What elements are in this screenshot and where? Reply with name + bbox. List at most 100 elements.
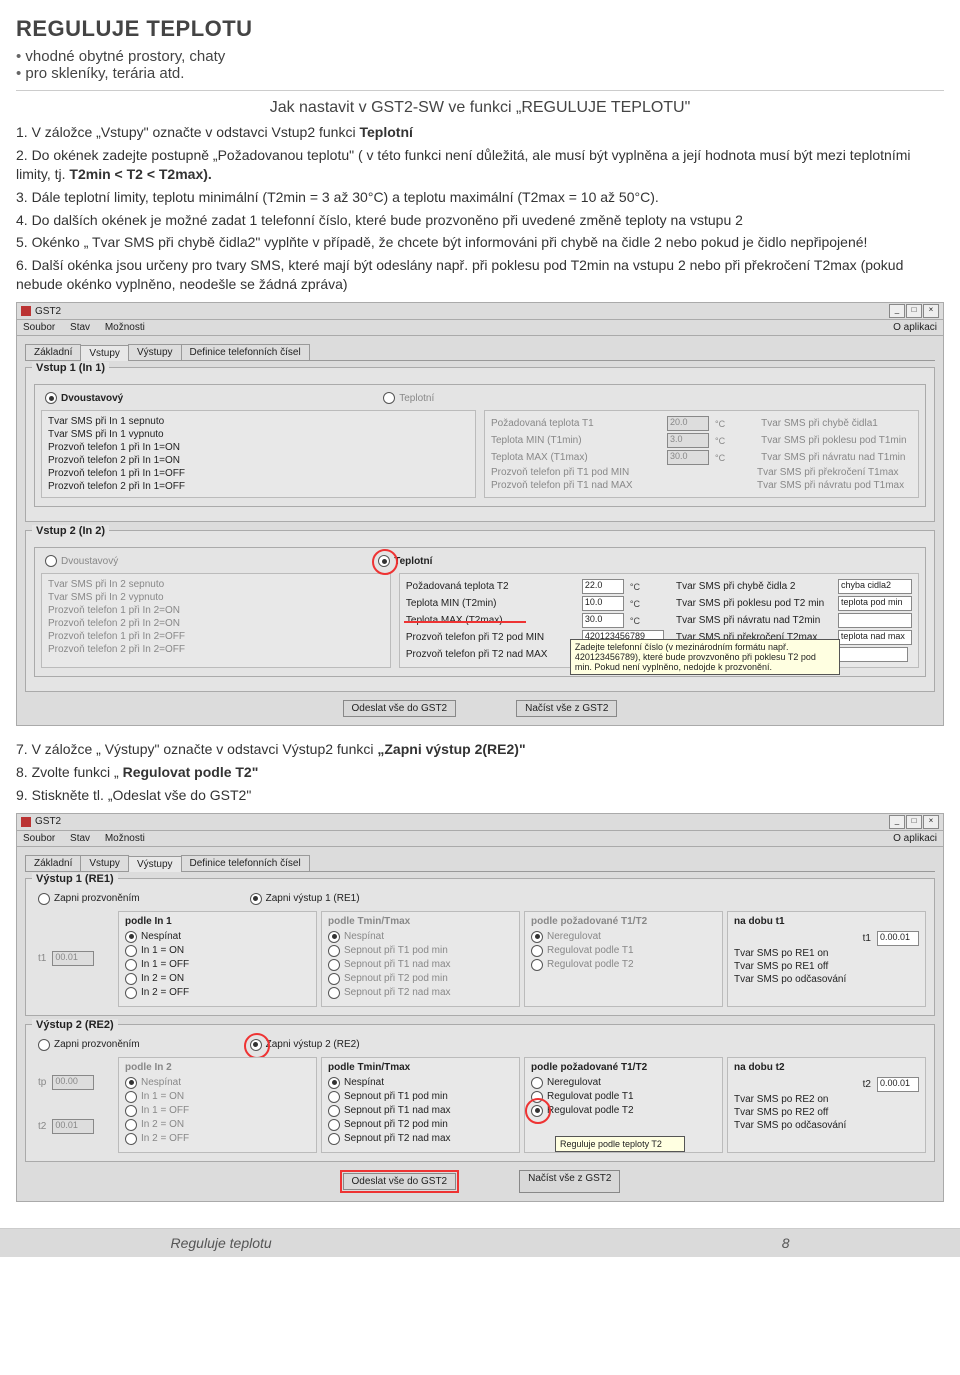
radio-re2-prozvon[interactable]: Zapni prozvoněním bbox=[38, 1039, 140, 1051]
tab-vystupy[interactable]: Výstupy bbox=[128, 856, 182, 872]
tooltip-phone: Zadejte telefonní číslo (v mezinárodním … bbox=[570, 639, 840, 675]
menu-stav[interactable]: Stav bbox=[70, 322, 90, 333]
step-5: 5. Okénko „ Tvar SMS při chybě čidla2" v… bbox=[16, 233, 944, 252]
bullet-2: pro skleníky, terária atd. bbox=[16, 65, 944, 82]
input-sms-prekroceni[interactable]: teplota nad max bbox=[838, 630, 912, 645]
menu-about[interactable]: O aplikaci bbox=[893, 322, 937, 333]
group-vstup2-title: Vstup 2 (In 2) bbox=[32, 525, 109, 537]
v2-left-3: Prozvoň telefon 2 při In 2=ON bbox=[48, 618, 180, 629]
radio-re2-p2-0[interactable]: Nespínat bbox=[328, 1077, 384, 1089]
btn-send-all[interactable]: Odeslat vše do GST2 bbox=[343, 700, 457, 717]
v2-left-1: Tvar SMS při In 2 vypnuto bbox=[48, 592, 164, 603]
v1-left-5: Prozvoň telefon 2 při In 1=OFF bbox=[48, 481, 185, 492]
radio-re2-p3-1[interactable]: Regulovat podle T1 bbox=[531, 1091, 634, 1103]
screenshot-vystupy: GST2 _ □ × Soubor Stav Možnosti O aplika… bbox=[16, 813, 944, 1202]
menu-moznosti[interactable]: Možnosti bbox=[105, 833, 145, 844]
radio-re2-p2-2[interactable]: Sepnout při T1 nad max bbox=[328, 1105, 451, 1117]
step-3: 3. Dále teplotní limity, teplotu minimál… bbox=[16, 188, 944, 207]
step-7: 7. V záložce „ Výstupy" označte v odstav… bbox=[16, 740, 944, 759]
divider bbox=[16, 90, 944, 91]
group-vstup1: Vstup 1 (In 1) Dvoustavový Teplotní Tvar… bbox=[25, 367, 935, 522]
maximize-button[interactable]: □ bbox=[906, 815, 922, 829]
menu-soubor[interactable]: Soubor bbox=[23, 322, 55, 333]
menu-about[interactable]: O aplikaci bbox=[893, 833, 937, 844]
v1-left-4: Prozvoň telefon 1 při In 1=OFF bbox=[48, 468, 185, 479]
highlight-rect-icon: Odeslat vše do GST2 bbox=[340, 1170, 460, 1193]
step-4: 4. Do dalších okének je možné zadat 1 te… bbox=[16, 211, 944, 230]
window-title: GST2 bbox=[35, 306, 889, 317]
input-sms-navratmax[interactable] bbox=[834, 647, 908, 662]
radio-re1-p1-4[interactable]: In 2 = OFF bbox=[125, 987, 189, 999]
close-button[interactable]: × bbox=[923, 815, 939, 829]
step-1: 1. V záložce „Vstupy" označte v odstavci… bbox=[16, 123, 944, 142]
tab-zakladni[interactable]: Základní bbox=[25, 855, 81, 871]
tab-telcisla[interactable]: Definice telefonních čísel bbox=[181, 855, 310, 871]
input-sms-navratmin[interactable] bbox=[838, 613, 912, 628]
footer-page: 8 bbox=[782, 1235, 790, 1251]
subtitle: Jak nastavit v GST2-SW ve funkci „REGULU… bbox=[16, 99, 944, 117]
radio-re1-zapni[interactable]: Zapni výstup 1 (RE1) bbox=[250, 893, 360, 905]
radio-v1-teplotni[interactable]: Teplotní bbox=[383, 392, 434, 404]
footer-label: Reguluje teplotu bbox=[171, 1235, 272, 1251]
tab-vstupy[interactable]: Vstupy bbox=[80, 345, 129, 361]
input-t2-duration[interactable]: 0.00.01 bbox=[877, 1077, 919, 1092]
radio-re1-p1-3[interactable]: In 2 = ON bbox=[125, 973, 184, 985]
step-8: 8. Zvolte funkci „ Regulovat podle T2" bbox=[16, 763, 944, 782]
tab-telcisla[interactable]: Definice telefonních čísel bbox=[181, 344, 310, 360]
v1-left-3: Prozvoň telefon 2 při In 1=ON bbox=[48, 455, 180, 466]
v2-left-2: Prozvoň telefon 1 při In 2=ON bbox=[48, 605, 180, 616]
minimize-button[interactable]: _ bbox=[889, 304, 905, 318]
step-9: 9. Stiskněte tl. „Odeslat vše do GST2" bbox=[16, 786, 944, 805]
v1-left-1: Tvar SMS při In 1 vypnuto bbox=[48, 429, 164, 440]
radio-re2-p2-1[interactable]: Sepnout při T1 pod min bbox=[328, 1091, 448, 1103]
btn-read-all-2[interactable]: Načíst vše z GST2 bbox=[519, 1170, 620, 1193]
group-vstup1-title: Vstup 1 (In 1) bbox=[32, 362, 109, 374]
group-vystup1: Výstup 1 (RE1) Zapni prozvoněním Zapni v… bbox=[25, 878, 935, 1016]
radio-re2-p3-0[interactable]: Neregulovat bbox=[531, 1077, 601, 1089]
page-footer: Reguluje teplotu 8 bbox=[0, 1228, 960, 1257]
radio-re2-p2-4[interactable]: Sepnout při T2 nad max bbox=[328, 1133, 451, 1145]
radio-re1-p1-2[interactable]: In 1 = OFF bbox=[125, 959, 189, 971]
radio-re1-prozvon[interactable]: Zapni prozvoněním bbox=[38, 893, 140, 905]
radio-re1-p1-1[interactable]: In 1 = ON bbox=[125, 945, 184, 957]
tab-vstupy[interactable]: Vstupy bbox=[80, 855, 129, 871]
group-vystup2: Výstup 2 (RE2) Zapni prozvoněním Zapni v… bbox=[25, 1024, 935, 1162]
radio-re2-p2-3[interactable]: Sepnout při T2 pod min bbox=[328, 1119, 448, 1131]
titlebar: GST2 _ □ × bbox=[17, 303, 943, 320]
radio-v2-teplotni[interactable]: Teplotní bbox=[378, 555, 432, 567]
radio-re2-zapni[interactable]: Zapni výstup 2 (RE2) bbox=[250, 1039, 360, 1051]
menu-soubor[interactable]: Soubor bbox=[23, 833, 55, 844]
radio-v2-dvoustavovy[interactable]: Dvoustavový bbox=[45, 555, 118, 567]
app-logo-icon bbox=[21, 306, 31, 316]
input-t2[interactable]: 22.0 bbox=[582, 579, 624, 594]
intro-bullets: vhodné obytné prostory, chaty pro sklení… bbox=[16, 48, 944, 82]
menu-moznosti[interactable]: Možnosti bbox=[105, 322, 145, 333]
input-t2min[interactable]: 10.0 bbox=[582, 596, 624, 611]
menubar: Soubor Stav Možnosti O aplikaci bbox=[17, 320, 943, 336]
input-t1-duration[interactable]: 0.00.01 bbox=[877, 931, 919, 946]
bullet-1: vhodné obytné prostory, chaty bbox=[16, 48, 944, 65]
page-heading: REGULUJE TEPLOTU bbox=[16, 16, 944, 42]
input-sms-chyba[interactable]: chyba cidla2 bbox=[838, 579, 912, 594]
v2-left-5: Prozvoň telefon 2 při In 2=OFF bbox=[48, 644, 185, 655]
radio-re1-p1-0[interactable]: Nespínat bbox=[125, 931, 181, 943]
minimize-button[interactable]: _ bbox=[889, 815, 905, 829]
radio-re2-reg-t2[interactable]: Regulovat podle T2 bbox=[531, 1105, 634, 1117]
menu-stav[interactable]: Stav bbox=[70, 833, 90, 844]
input-t2max[interactable]: 30.0 bbox=[582, 613, 624, 628]
v1-left-2: Prozvoň telefon 1 při In 1=ON bbox=[48, 442, 180, 453]
radio-v1-dvoustavovy[interactable]: Dvoustavový bbox=[45, 392, 123, 404]
step-6: 6. Další okénka jsou určeny pro tvary SM… bbox=[16, 256, 944, 294]
input-sms-podmin[interactable]: teplota pod min bbox=[838, 596, 912, 611]
tab-zakladni[interactable]: Základní bbox=[25, 344, 81, 360]
close-button[interactable]: × bbox=[923, 304, 939, 318]
tooltip-reg-t2: Reguluje podle teploty T2 bbox=[555, 1136, 685, 1152]
titlebar-2: GST2 _ □ × bbox=[17, 814, 943, 831]
btn-read-all[interactable]: Načíst vše z GST2 bbox=[516, 700, 617, 717]
app-logo-icon bbox=[21, 817, 31, 827]
group-vstup2: Vstup 2 (In 2) Dvoustavový Teplotní Tvar… bbox=[25, 530, 935, 692]
maximize-button[interactable]: □ bbox=[906, 304, 922, 318]
btn-send-all-2[interactable]: Odeslat vše do GST2 bbox=[343, 1173, 457, 1190]
tab-vystupy[interactable]: Výstupy bbox=[128, 344, 182, 360]
v2-left-4: Prozvoň telefon 1 při In 2=OFF bbox=[48, 631, 185, 642]
